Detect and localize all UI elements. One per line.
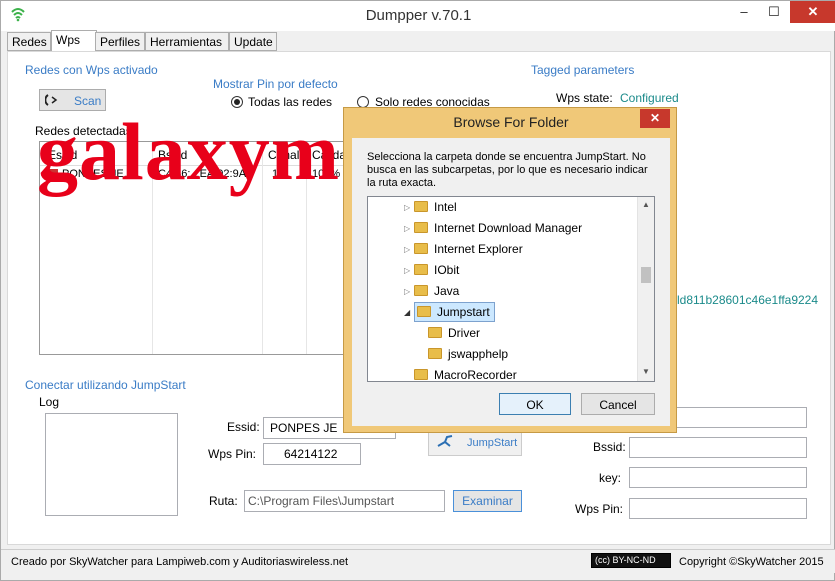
scroll-up-icon[interactable]: ▲ <box>642 200 650 209</box>
ruta-label: Ruta: <box>209 494 238 508</box>
log-label: Log <box>39 395 60 409</box>
folder-icon <box>414 243 428 255</box>
tree-item-internet-explorer[interactable]: ▷ Internet Explorer <box>404 239 523 260</box>
tree-item-label: MacroRecorder <box>434 368 517 382</box>
folder-icon <box>414 222 428 234</box>
scroll-thumb[interactable] <box>641 267 651 283</box>
window-title: Dumpper v.70.1 <box>365 7 472 24</box>
tree-item-label: Intel <box>434 200 457 214</box>
right-wpspin-field[interactable] <box>629 498 807 519</box>
networks-heading: Redes con Wps activado <box>25 63 158 77</box>
tree-item-label: Internet Explorer <box>434 242 523 256</box>
main-window: Dumpper v.70.1 – ☐ ✕ Redes Wps Perfiles … <box>0 0 835 581</box>
wpspin-field[interactable]: 64214122 <box>263 443 361 465</box>
tree-item-label: IObit <box>434 263 460 277</box>
folder-icon <box>414 264 428 276</box>
folder-icon <box>428 327 442 339</box>
tree-item-label: Internet Download Manager <box>434 221 583 235</box>
expand-arrow-icon[interactable]: ▷ <box>404 281 414 302</box>
dialog-body: Selecciona la carpeta donde se encuentra… <box>352 138 670 426</box>
tree-item-label: jswapphelp <box>448 347 509 361</box>
essid-label: Essid: <box>227 420 260 434</box>
wps-state-value: Configured <box>620 91 679 105</box>
scan-icon <box>45 94 58 106</box>
tree-item-jumpstart[interactable]: ◢ Jumpstart <box>404 302 495 323</box>
tab-redes[interactable]: Redes <box>7 32 51 51</box>
status-bar: Creado por SkyWatcher para Lampiweb.com … <box>1 549 835 573</box>
expand-arrow-icon[interactable]: ▷ <box>404 260 414 281</box>
jumpstart-label: JumpStart <box>467 437 518 449</box>
pin-default-heading: Mostrar Pin por defecto <box>213 77 338 91</box>
pin-hash-value: ld811b28601c46e1ffa9224 <box>677 293 819 307</box>
expand-arrow-icon[interactable]: ▷ <box>404 197 414 218</box>
ruta-field[interactable]: C:\Program Files\Jumpstart <box>244 490 445 512</box>
title-bar: Dumpper v.70.1 – ☐ ✕ <box>1 1 835 31</box>
maximize-button[interactable]: ☐ <box>759 1 789 23</box>
tree-item-macrorecorder[interactable]: MacroRecorder <box>414 365 517 382</box>
tagged-heading: Tagged parameters <box>531 63 635 77</box>
folder-icon <box>414 285 428 297</box>
folder-icon <box>414 201 428 213</box>
cancel-button[interactable]: Cancel <box>581 393 655 415</box>
tab-perfiles[interactable]: Perfiles <box>95 32 145 51</box>
examinar-button[interactable]: Examinar <box>453 490 522 512</box>
tab-wps[interactable]: Wps <box>51 30 97 52</box>
tab-update[interactable]: Update <box>229 32 277 51</box>
folder-icon <box>414 369 428 381</box>
dialog-title: Browse For Folder <box>453 114 569 130</box>
wpspin-label: Wps Pin: <box>208 447 257 461</box>
right-wpspin-label: Wps Pin: <box>575 502 624 516</box>
right-bssid-label: Bssid: <box>593 440 626 454</box>
credits-text: Creado por SkyWatcher para Lampiweb.com … <box>11 556 349 568</box>
copyright-text: Copyright ©SkyWatcher 2015 <box>679 556 824 568</box>
browse-folder-dialog: Browse For Folder ✕ Selecciona la carpet… <box>343 107 677 433</box>
cc-license-badge: (cc) BY-NC-ND <box>591 553 671 568</box>
tree-item-label: Java <box>434 284 460 298</box>
tree-item-java[interactable]: ▷ Java <box>404 281 459 302</box>
scroll-down-icon[interactable]: ▼ <box>642 367 650 376</box>
folder-icon <box>428 348 442 360</box>
tab-herramientas[interactable]: Herramientas <box>145 32 229 51</box>
dialog-close-button[interactable]: ✕ <box>640 109 670 128</box>
expand-arrow-icon[interactable]: ▷ <box>404 218 414 239</box>
collapse-arrow-icon[interactable]: ◢ <box>404 302 414 323</box>
folder-icon <box>417 306 431 318</box>
tree-item-label: Jumpstart <box>437 305 490 319</box>
tree-item-label: Driver <box>448 326 480 340</box>
right-key-field[interactable] <box>629 467 807 488</box>
tree-item-driver[interactable]: Driver <box>428 323 480 344</box>
tree-item-jswapphelp[interactable]: jswapphelp <box>428 344 508 365</box>
tree-item-iobit[interactable]: ▷ IObit <box>404 260 459 281</box>
ok-button[interactable]: OK <box>499 393 571 415</box>
jumpstart-icon <box>437 435 453 447</box>
tree-scrollbar[interactable]: ▲ ▼ <box>637 197 654 381</box>
expand-arrow-icon[interactable]: ▷ <box>404 239 414 260</box>
minimize-button[interactable]: – <box>729 1 759 23</box>
tree-item-internet-download-manager[interactable]: ▷ Internet Download Manager <box>404 218 582 239</box>
close-button[interactable]: ✕ <box>790 1 835 23</box>
right-bssid-field[interactable] <box>629 437 807 458</box>
jumpstart-heading: Conectar utilizando JumpStart <box>25 378 186 392</box>
right-key-label: key: <box>599 471 622 485</box>
wps-state-label: Wps state: <box>556 91 613 105</box>
tree-item-intel[interactable]: ▷ Intel <box>404 197 457 218</box>
folder-tree[interactable]: ▷ Intel ▷ Internet Download Manager ▷ Inter… <box>367 196 655 382</box>
log-textarea[interactable] <box>45 413 178 516</box>
dialog-instructions: Selecciona la carpeta donde se encuentra… <box>367 151 648 189</box>
